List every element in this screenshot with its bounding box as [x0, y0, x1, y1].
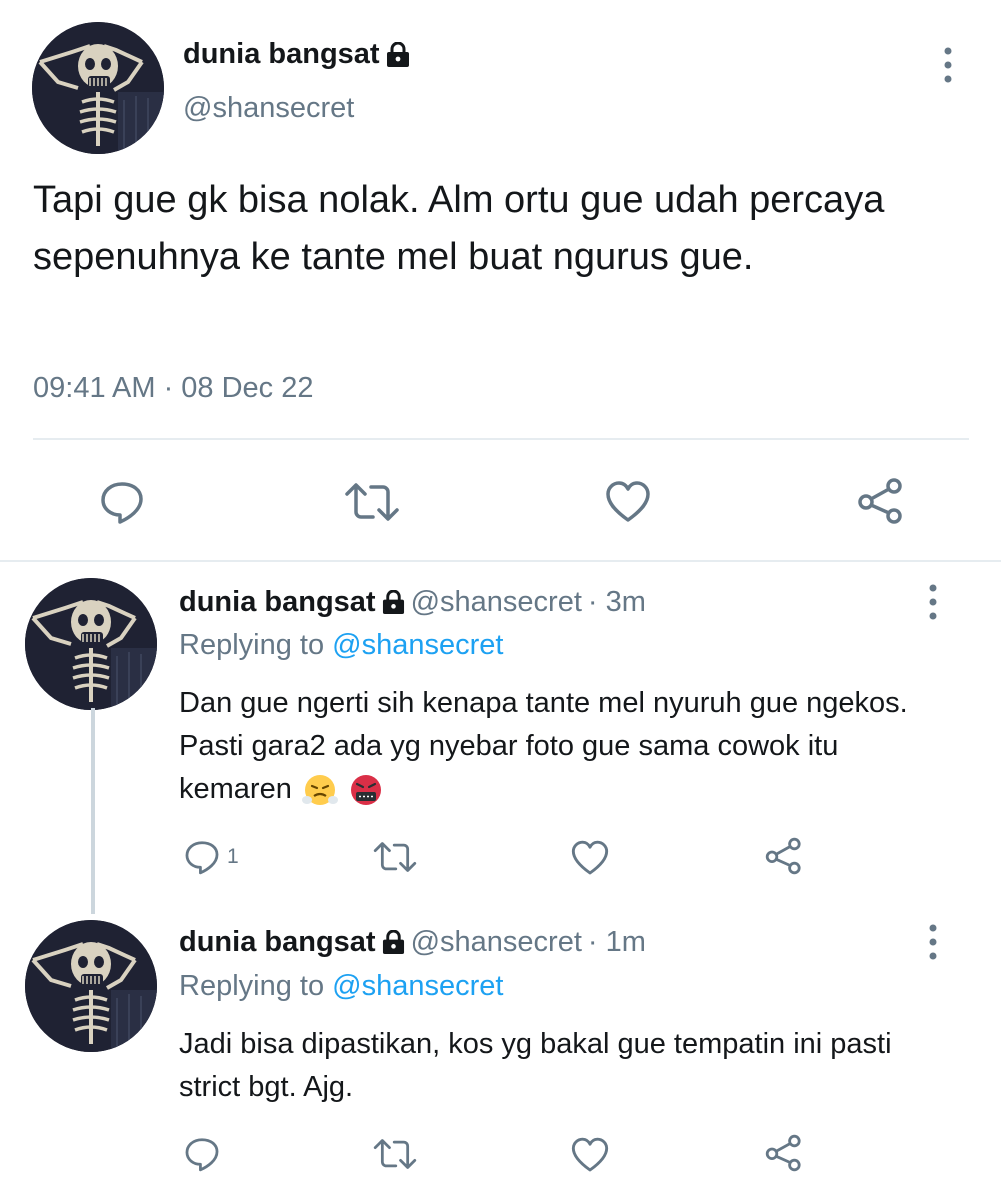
replying-to-mention[interactable]: @shansecret — [332, 629, 503, 661]
share-button[interactable] — [764, 836, 804, 876]
reply-text: Jadi bisa dipastikan, kos yg bakal gue t… — [179, 1028, 892, 1103]
share-button[interactable] — [764, 1133, 804, 1173]
reply-count: 1 — [227, 845, 239, 868]
reply-button[interactable]: 1 — [183, 838, 239, 876]
more-vertical-icon[interactable] — [923, 922, 943, 962]
share-icon — [858, 478, 902, 524]
like-icon — [606, 481, 650, 522]
skeleton-avatar-image — [25, 920, 157, 1052]
author-name[interactable]: dunia bangsat — [183, 38, 410, 71]
retweet-button[interactable] — [372, 838, 418, 876]
tweet-timestamp[interactable]: 09:41 AM · 08 Dec 22 — [33, 372, 314, 405]
reply-button[interactable] — [98, 478, 146, 526]
reply-icon — [185, 841, 219, 875]
reply-button[interactable] — [183, 1135, 227, 1173]
like-icon — [571, 840, 609, 875]
section-divider — [0, 560, 1001, 562]
replying-to: Replying to @shansecret — [179, 970, 503, 1003]
author-handle[interactable]: @shansecret — [183, 92, 354, 125]
replying-to-mention[interactable]: @shansecret — [332, 970, 503, 1002]
share-icon — [765, 837, 801, 875]
reply-header[interactable]: dunia bangsat @shansecret · 3m — [179, 586, 646, 619]
lock-icon — [386, 41, 409, 67]
face-with-symbols-emoji — [350, 775, 381, 806]
like-icon — [571, 1137, 609, 1172]
author-handle[interactable]: @shansecret — [411, 926, 582, 959]
divider — [33, 438, 969, 440]
more-vertical-icon[interactable] — [938, 45, 958, 85]
reply-icon — [101, 482, 143, 524]
like-button[interactable] — [570, 838, 610, 878]
thread-connector-line — [91, 708, 95, 914]
author-name[interactable]: dunia bangsat — [179, 586, 376, 619]
share-icon — [765, 1134, 801, 1172]
avatar[interactable] — [32, 22, 164, 154]
relative-time[interactable]: · 1m — [588, 926, 646, 959]
reply-text-block: Dan gue ngerti sih kenapa tante mel nyur… — [179, 682, 959, 811]
author-name-text: dunia bangsat — [183, 38, 380, 70]
author-name[interactable]: dunia bangsat — [179, 926, 376, 959]
reply-text: Dan gue ngerti sih kenapa tante mel nyur… — [179, 687, 908, 805]
reply-header[interactable]: dunia bangsat @shansecret · 1m — [179, 926, 646, 959]
tweet-text: Tapi gue gk bisa nolak. Alm ortu gue uda… — [33, 179, 885, 278]
share-button[interactable] — [856, 476, 906, 526]
avatar[interactable] — [25, 920, 157, 1052]
steam-from-nose-emoji — [301, 775, 338, 806]
retweet-button[interactable] — [372, 1135, 418, 1173]
skeleton-avatar-image — [25, 578, 157, 710]
like-button[interactable] — [604, 478, 652, 526]
retweet-icon — [345, 483, 399, 521]
replying-to-label: Replying to — [179, 970, 325, 1002]
reply-icon — [185, 1138, 219, 1172]
replying-to-label: Replying to — [179, 629, 325, 661]
retweet-button[interactable] — [343, 478, 401, 526]
relative-time[interactable]: · 3m — [588, 586, 646, 619]
avatar[interactable] — [25, 578, 157, 710]
skeleton-avatar-image — [32, 22, 164, 154]
lock-icon — [382, 590, 404, 614]
like-button[interactable] — [570, 1135, 610, 1175]
retweet-icon — [373, 842, 417, 872]
lock-icon — [382, 930, 404, 954]
author-handle[interactable]: @shansecret — [411, 586, 582, 619]
replying-to: Replying to @shansecret — [179, 629, 503, 662]
retweet-icon — [373, 1139, 417, 1169]
more-vertical-icon[interactable] — [923, 582, 943, 622]
